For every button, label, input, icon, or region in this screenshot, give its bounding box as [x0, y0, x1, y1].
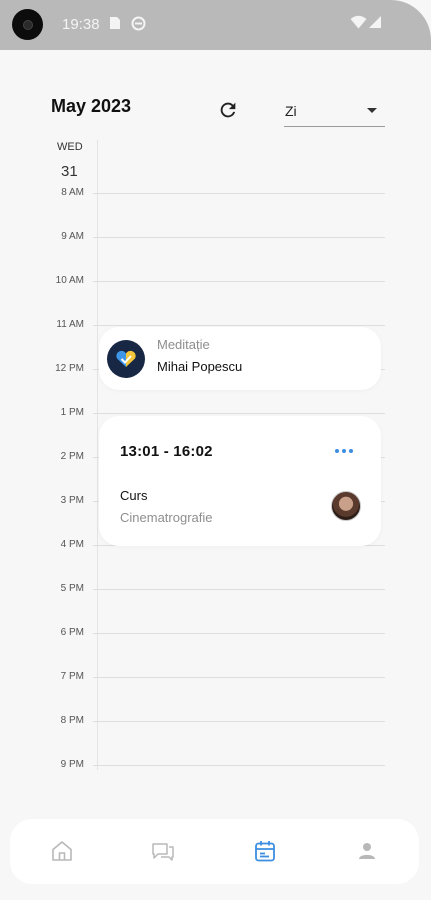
sim-card-icon [110, 17, 120, 29]
hour-gridline [93, 633, 385, 634]
more-dots-icon[interactable] [335, 447, 357, 455]
hour-gridline [93, 589, 385, 590]
hour-gridline [93, 765, 385, 766]
hour-label: 4 PM [60, 539, 84, 550]
hour-gridline [93, 677, 385, 678]
hour-label: 2 PM [60, 451, 84, 462]
hour-gridline [93, 281, 385, 282]
event-person: Mihai Popescu [157, 359, 243, 374]
chat-icon[interactable] [151, 839, 175, 863]
refresh-icon[interactable] [217, 99, 239, 121]
hour-label: 5 PM [60, 583, 84, 594]
event-card-curs[interactable]: 13:01 - 16:02 Curs Cinematrografie [99, 416, 381, 546]
bottom-nav [10, 819, 419, 884]
home-icon[interactable] [50, 839, 74, 863]
hour-gridline [93, 193, 385, 194]
view-select[interactable]: Zi [284, 96, 385, 127]
hour-gridline [93, 325, 385, 326]
signal-icon [369, 16, 381, 28]
hour-gridline [93, 413, 385, 414]
vpn-icon [131, 16, 146, 31]
event-card-meditatie[interactable]: Meditație Mihai Popescu [99, 327, 381, 390]
view-select-value: Zi [285, 103, 297, 119]
hour-label: 7 PM [60, 671, 84, 682]
hour-label: 8 AM [61, 187, 84, 198]
event-subject: Cinematrografie [120, 510, 213, 525]
status-bar: 19:38 [0, 0, 431, 50]
avatar[interactable] [331, 491, 361, 521]
timeline-divider [97, 140, 98, 770]
day-number[interactable]: 31 [61, 163, 78, 180]
day-weekday: WED [57, 141, 83, 153]
event-time: 13:01 - 16:02 [120, 443, 213, 460]
hour-gridline [93, 237, 385, 238]
status-time: 19:38 [62, 16, 100, 33]
person-icon[interactable] [355, 839, 379, 863]
hour-label: 10 AM [55, 275, 84, 286]
hour-label: 1 PM [60, 407, 84, 418]
calendar-icon[interactable] [253, 839, 277, 863]
dropdown-caret-icon [367, 108, 377, 113]
app-logo-heart-icon [107, 340, 145, 378]
hour-label: 12 PM [55, 363, 84, 374]
camera-cutout [12, 9, 43, 40]
hour-label: 3 PM [60, 495, 84, 506]
hour-label: 8 PM [60, 715, 84, 726]
hour-gridline [93, 721, 385, 722]
hour-label: 9 AM [61, 231, 84, 242]
month-title: May 2023 [51, 96, 132, 116]
wifi-icon [350, 15, 367, 29]
hour-label: 9 PM [60, 759, 84, 770]
event-type: Meditație [157, 337, 210, 352]
hour-label: 6 PM [60, 627, 84, 638]
event-type: Curs [120, 488, 148, 503]
hour-label: 11 AM [56, 319, 84, 330]
